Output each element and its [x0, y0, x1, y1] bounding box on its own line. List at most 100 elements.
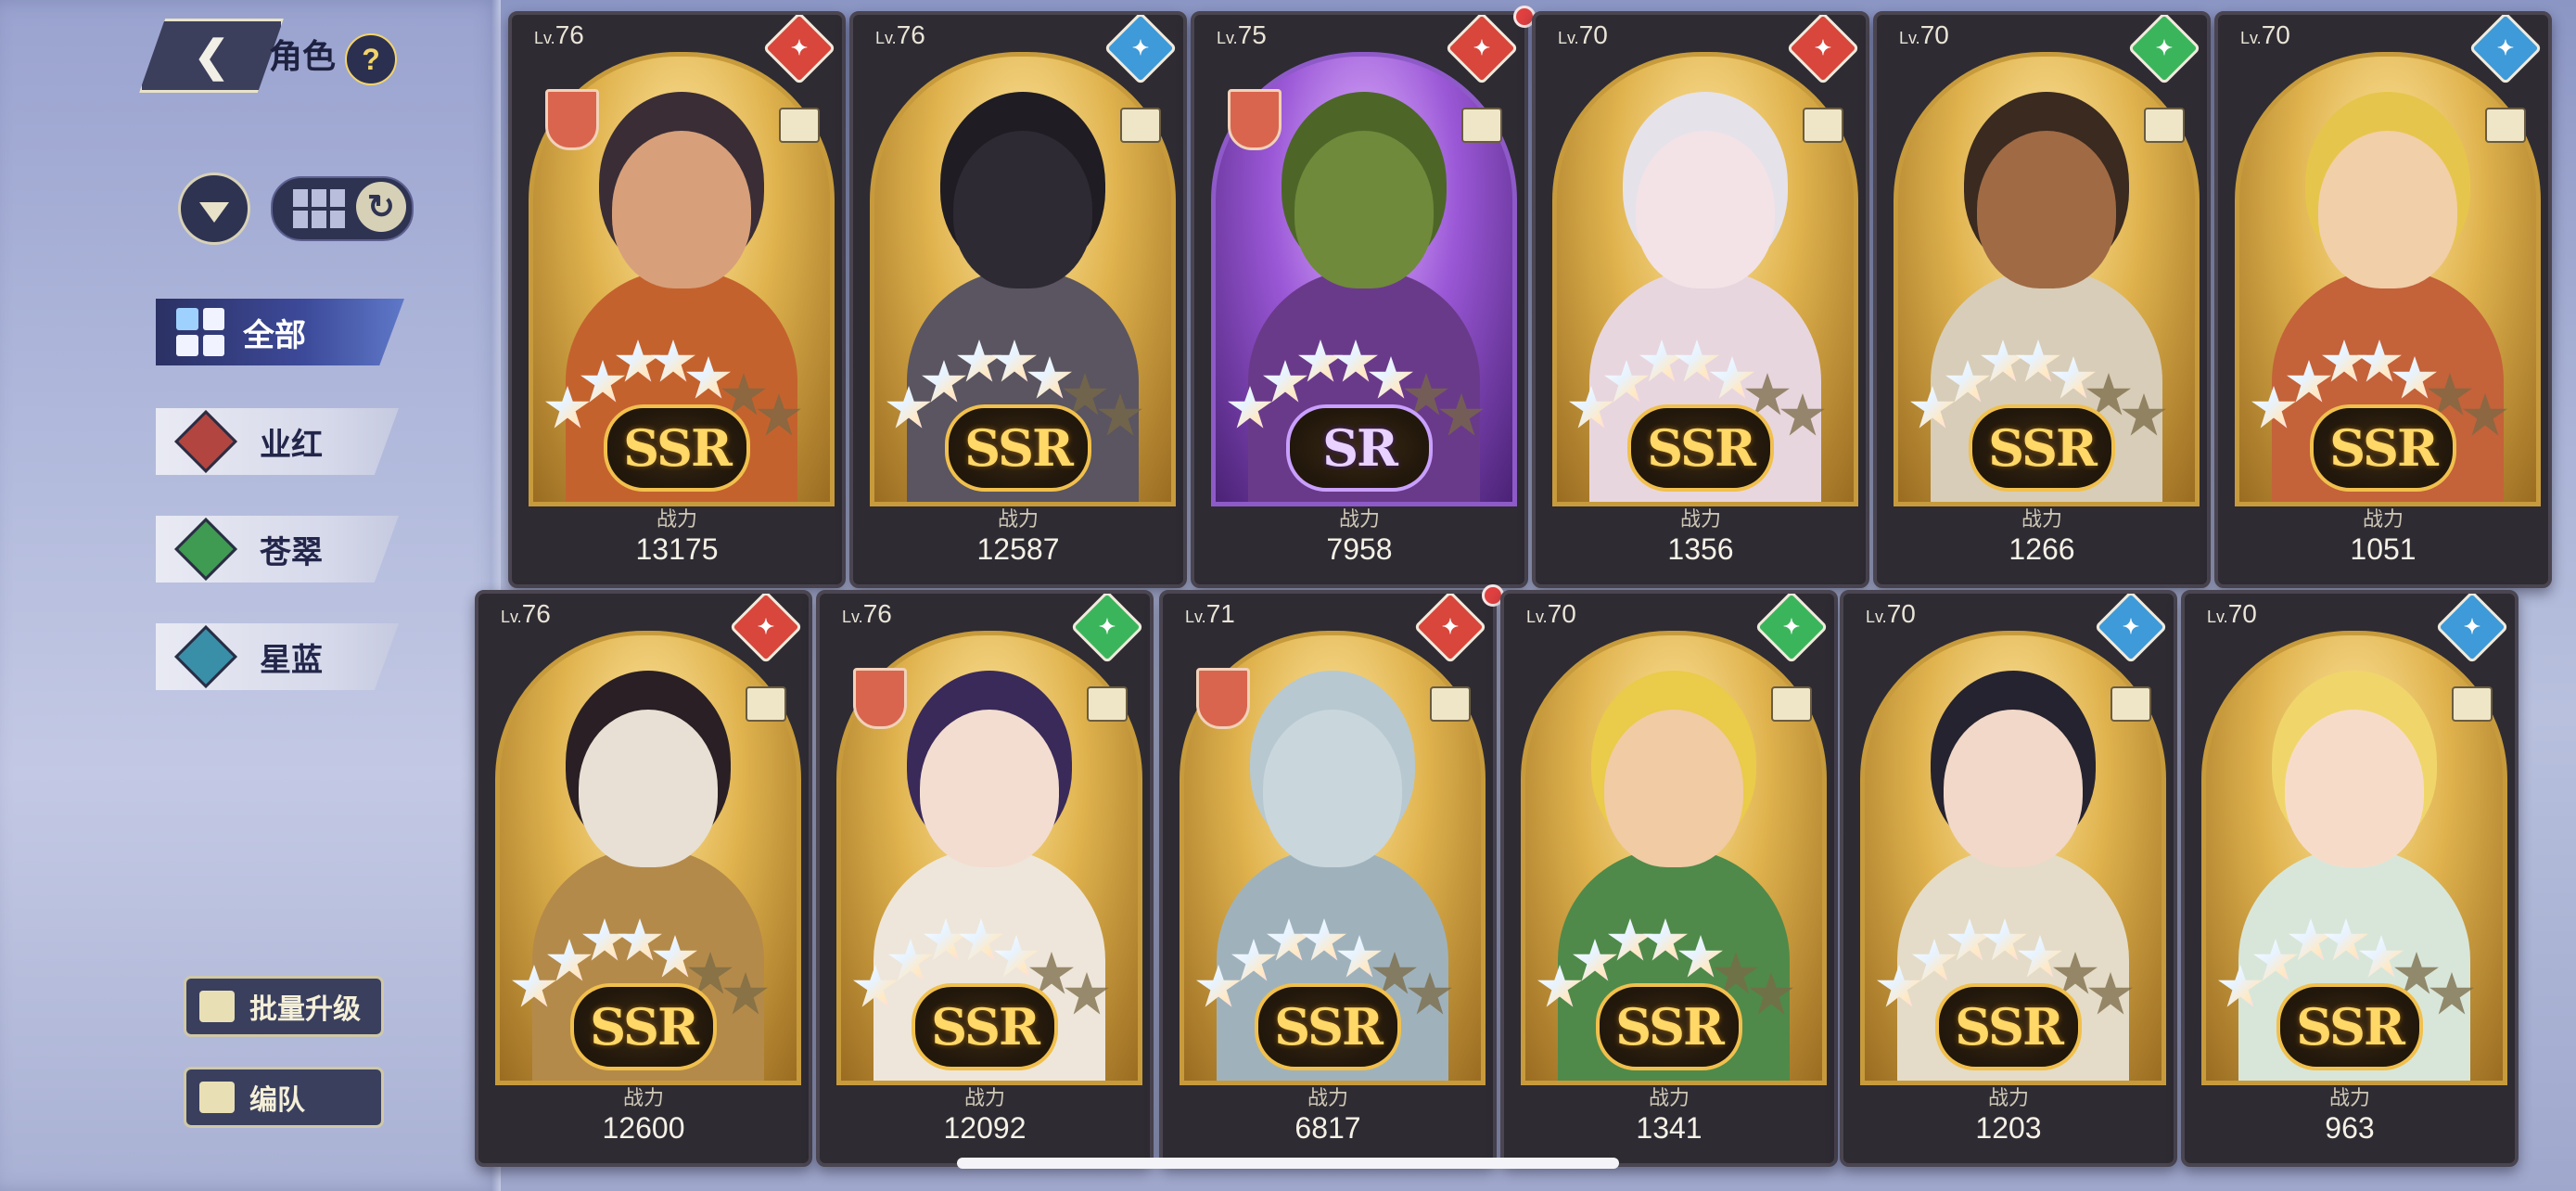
power-value: 1356: [1667, 532, 1734, 566]
attribute-icon: ✦: [1070, 594, 1144, 664]
star-icon: [1983, 918, 2027, 961]
rarity-badge: SSR: [912, 983, 1058, 1070]
power-label: 战力: [2362, 507, 2404, 531]
star-icon: [886, 386, 931, 429]
attribute-icon: ✦: [2435, 594, 2509, 664]
attribute-icon: ✦: [2127, 15, 2201, 85]
level-value: 70: [1547, 599, 1576, 628]
level-label: Lv.70: [1526, 599, 1576, 628]
equipment-tag-icon: [1087, 686, 1128, 722]
character-card[interactable]: Lv.76 ✦ SSR 战力 12587: [849, 11, 1187, 588]
power-value: 1051: [2350, 532, 2417, 566]
power-label: 战力: [2021, 507, 2062, 531]
star-icon: [1298, 339, 1343, 382]
power-label: 战力: [1679, 507, 1721, 531]
level-value: 70: [2227, 599, 2257, 628]
star-icon: [547, 939, 592, 981]
star-icon: [1877, 965, 1921, 1007]
equipment-tag-icon: [1803, 108, 1843, 143]
character-card[interactable]: Lv.70 ✦ SSR 战力 1266: [1873, 11, 2211, 588]
attribute-icon: ✦: [1786, 15, 1860, 85]
character-card[interactable]: Lv.76 ✦ SSR 战力 12092: [816, 590, 1154, 1167]
home-indicator: [957, 1158, 1619, 1169]
character-card[interactable]: Lv.71 ✦ SSR 战力 6817: [1159, 590, 1497, 1167]
character-card[interactable]: Lv.76 ✦ SSR 战力 13175: [508, 11, 846, 588]
character-card[interactable]: Lv.75 ✦ SR 战力 7958: [1191, 11, 1528, 588]
rarity-badge: SSR: [570, 983, 717, 1070]
power-label: 战力: [1648, 1086, 1690, 1109]
star-icon: [1569, 386, 1613, 429]
star-icon: [2324, 918, 2368, 961]
character-card[interactable]: Lv.70 ✦ SSR 战力 1341: [1500, 590, 1838, 1167]
star-icon: [1710, 356, 1754, 399]
rarity-badge: SSR: [604, 404, 750, 492]
attribute-icon: ✦: [1445, 15, 1519, 85]
character-head: [612, 131, 751, 288]
character-head: [579, 710, 718, 867]
character-card[interactable]: Lv.76 ✦ SSR 战力 12600: [475, 590, 812, 1167]
empty-star-icon: [1098, 393, 1142, 436]
star-icon: [992, 339, 1037, 382]
rarity-badge: SSR: [2310, 404, 2456, 492]
equipment-tag-icon: [2485, 108, 2526, 143]
star-icon: [994, 935, 1039, 978]
star-icon: [651, 339, 695, 382]
star-icon: [1027, 356, 1072, 399]
star-icon: [1678, 935, 1723, 978]
power-value: 12092: [943, 1111, 1027, 1145]
star-icon: [1369, 356, 1413, 399]
star-icon: [2016, 339, 2060, 382]
power-label: 战力: [997, 507, 1039, 531]
star-icon: [1231, 939, 1276, 981]
character-card[interactable]: Lv.70 ✦ SSR 战力 1203: [1840, 590, 2177, 1167]
level-value: 70: [1578, 20, 1608, 49]
star-icon: [1947, 918, 1992, 961]
role-badge-icon: [853, 668, 907, 729]
level-label: Lv.76: [534, 20, 584, 49]
rarity-badge: SSR: [1935, 983, 2082, 1070]
character-card[interactable]: Lv.70 ✦ SSR 战力 1051: [2214, 11, 2552, 588]
star-icon: [1263, 360, 1307, 403]
power-label: 战力: [1307, 1086, 1348, 1109]
power-value: 13175: [635, 532, 719, 566]
power-label: 战力: [1338, 507, 1380, 531]
power-value: 1203: [1975, 1111, 2042, 1145]
character-head: [1636, 131, 1775, 288]
star-icon: [922, 360, 966, 403]
star-icon: [1267, 918, 1311, 961]
equipment-tag-icon: [746, 686, 786, 722]
star-icon: [1910, 386, 1955, 429]
star-icon: [1675, 339, 1719, 382]
character-head: [1294, 131, 1434, 288]
star-icon: [888, 939, 933, 981]
character-head: [920, 710, 1059, 867]
empty-star-icon: [1749, 972, 1793, 1015]
equipment-tag-icon: [779, 108, 820, 143]
star-icon: [1981, 339, 2025, 382]
star-icon: [2253, 939, 2298, 981]
star-icon: [1228, 386, 1272, 429]
star-icon: [1608, 918, 1652, 961]
star-icon: [580, 360, 625, 403]
character-card[interactable]: Lv.70 ✦ SSR 战力 963: [2181, 590, 2519, 1167]
equipment-tag-icon: [1461, 108, 1502, 143]
character-card[interactable]: Lv.70 ✦ SSR 战力 1356: [1532, 11, 1869, 588]
star-icon: [618, 918, 662, 961]
rarity-badge: SSR: [2276, 983, 2423, 1070]
star-icon: [686, 356, 731, 399]
rarity-badge: SSR: [1596, 983, 1742, 1070]
star-icon: [1604, 360, 1649, 403]
empty-star-icon: [757, 393, 801, 436]
attribute-icon: ✦: [729, 594, 803, 664]
level-label: Lv.75: [1217, 20, 1267, 49]
empty-star-icon: [723, 972, 768, 1015]
character-head: [1977, 131, 2116, 288]
role-badge-icon: [1228, 89, 1282, 150]
star-icon: [959, 918, 1003, 961]
rarity-badge: SR: [1286, 404, 1433, 492]
attribute-icon: ✦: [1754, 594, 1829, 664]
power-value: 1266: [2009, 532, 2075, 566]
star-icon: [2357, 339, 2402, 382]
power-label: 战力: [656, 507, 697, 531]
power-label: 战力: [1987, 1086, 2029, 1109]
